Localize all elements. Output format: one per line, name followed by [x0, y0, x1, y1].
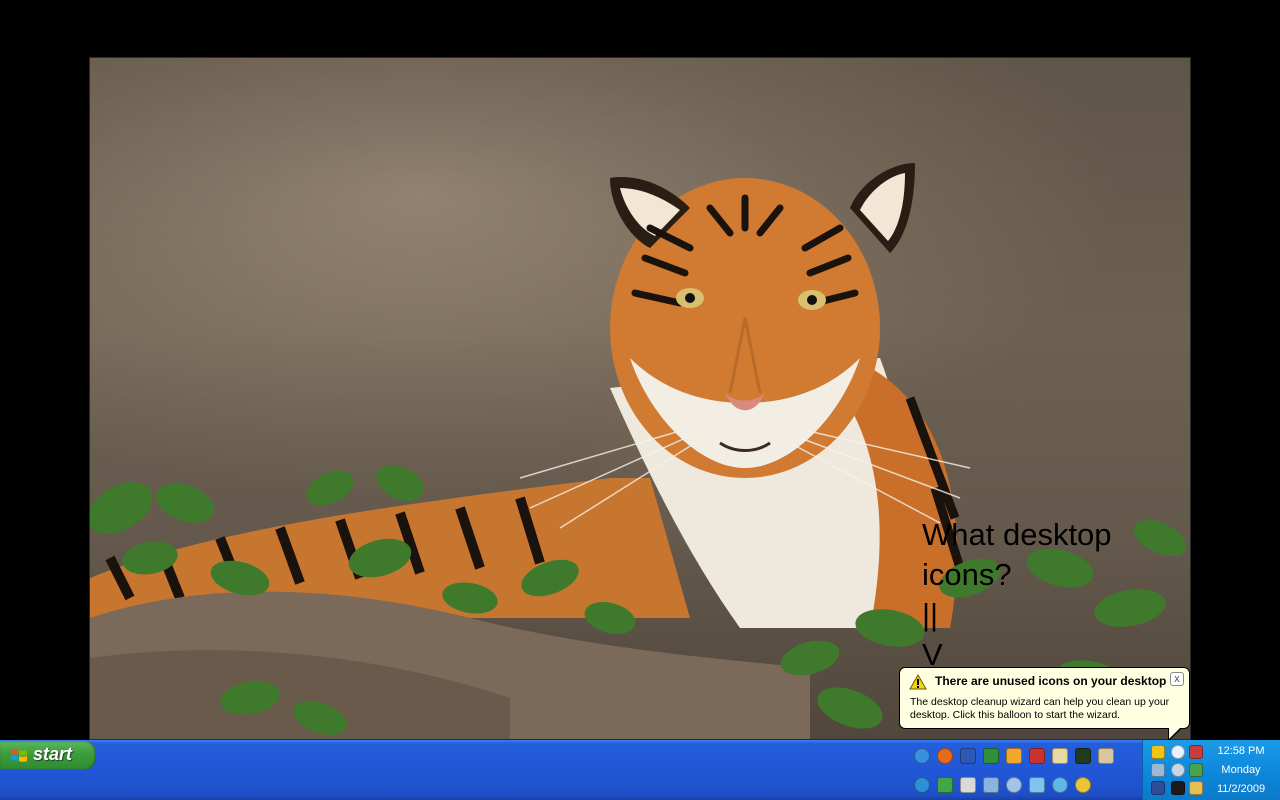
- network-globe-icon[interactable]: [914, 777, 930, 793]
- clock-date: 11/2/2009: [1216, 783, 1266, 795]
- paint-icon[interactable]: [1029, 748, 1045, 764]
- folder-icon[interactable]: [1052, 748, 1068, 764]
- start-label: start: [33, 744, 73, 764]
- tool-icon[interactable]: [1029, 777, 1045, 793]
- media-player-icon[interactable]: [1006, 748, 1022, 764]
- balloon-tail-fill: [1169, 727, 1181, 739]
- excel-icon[interactable]: [983, 748, 999, 764]
- balloon-body: The desktop cleanup wizard can help you …: [910, 696, 1170, 721]
- sync-icon[interactable]: [1052, 777, 1068, 793]
- tray-network-error-icon[interactable]: [1189, 745, 1203, 759]
- tray-battery-icon[interactable]: [1151, 781, 1165, 795]
- tray-monitor-icon[interactable]: [1151, 763, 1165, 777]
- quick-launch-bar: [910, 744, 1120, 796]
- eye-icon[interactable]: [1075, 748, 1091, 764]
- tray-volume-icon[interactable]: [1171, 763, 1185, 777]
- clock-day: Monday: [1221, 764, 1261, 776]
- word-icon[interactable]: [960, 748, 976, 764]
- tray-security-icon[interactable]: [1151, 745, 1165, 759]
- windows-flag-icon: [11, 749, 27, 762]
- balloon-title: There are unused icons on your desktop: [935, 674, 1167, 688]
- ie-icon[interactable]: [914, 748, 930, 764]
- tray-shield-icon[interactable]: [1189, 781, 1203, 795]
- document-icon[interactable]: [960, 777, 976, 793]
- tray-update-icon[interactable]: [1189, 763, 1203, 777]
- security-shield-icon[interactable]: [937, 777, 953, 793]
- firefox-icon[interactable]: [937, 748, 953, 764]
- hand-icon[interactable]: [1098, 748, 1114, 764]
- tray-eye-icon[interactable]: [1171, 781, 1185, 795]
- start-button[interactable]: start: [0, 741, 96, 770]
- clock-time[interactable]: 12:58 PM: [1206, 745, 1276, 757]
- balloon-close-button[interactable]: x: [1170, 672, 1184, 686]
- chat-icon[interactable]: [1006, 777, 1022, 793]
- network-connections-icon[interactable]: [983, 777, 999, 793]
- warning-icon: [909, 674, 927, 690]
- tray-info-icon[interactable]: [1171, 745, 1185, 759]
- cleanup-balloon[interactable]: There are unused icons on your desktop x…: [899, 667, 1190, 729]
- desktop-annotation-text: What desktop icons? || V: [922, 517, 1112, 672]
- chrome-icon[interactable]: [1075, 777, 1091, 793]
